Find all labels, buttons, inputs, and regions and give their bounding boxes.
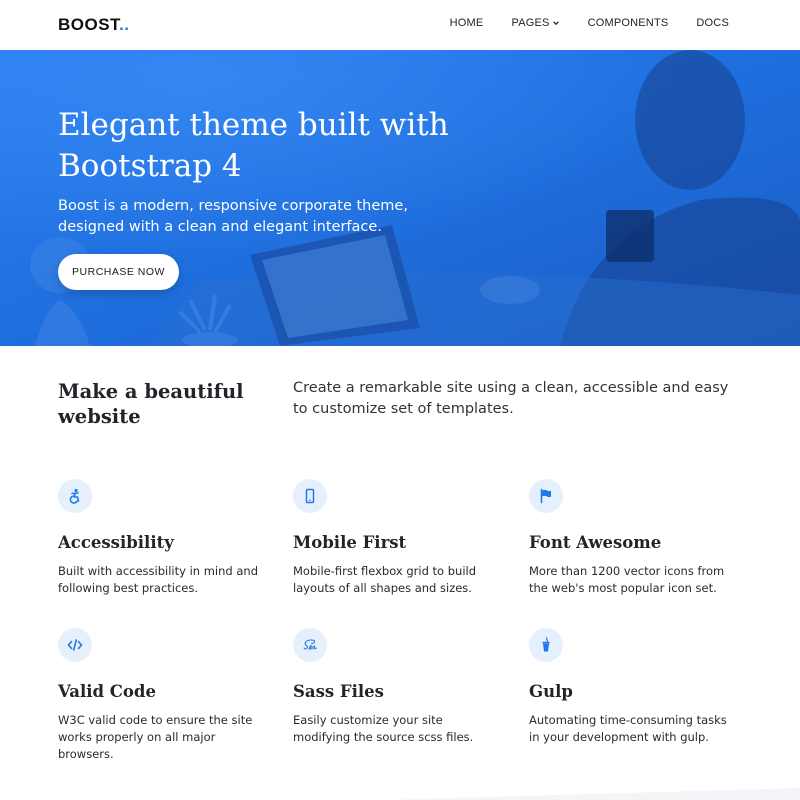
hero-section: Elegant theme built with Bootstrap 4 Boo… [0,50,800,346]
feature-desc: More than 1200 vector icons from the web… [529,564,725,595]
feature-sass-files: Sass Files Easily customize your site mo… [293,628,493,746]
nav-item-docs[interactable]: DOCS [696,17,729,29]
nav-item-label: HOME [449,17,484,29]
nav-item-label: DOCS [696,17,729,29]
navbar: BOOST.. HOME PAGES COMPONENTS DOCS [0,0,800,50]
feature-accessibility: Accessibility Built with accessibility i… [58,479,258,597]
gulp-icon [529,628,563,662]
intro-title: Make a beautiful website [58,380,244,428]
feature-desc: Mobile-first flexbox grid to build layou… [293,564,477,595]
brand-dots: .. [119,15,130,34]
main-nav: HOME PAGES COMPONENTS DOCS [422,17,729,29]
feature-desc: Automating time-consuming tasks in your … [529,713,727,744]
intro-text: Create a remarkable site using a clean, … [293,380,729,417]
mobile-icon [293,479,327,513]
nav-item-label: PAGES [511,17,550,29]
section-divider [380,788,800,800]
nav-item-home[interactable]: HOME [450,17,484,29]
feature-valid-code: Valid Code W3C valid code to ensure the … [58,628,258,763]
code-icon [58,628,92,662]
hero-subtitle: Boost is a modern, responsive corporate … [58,198,408,235]
flag-icon [529,479,563,513]
purchase-now-button[interactable]: PURCHASE NOW [58,254,179,290]
brand-name: BOOST [58,15,120,34]
feature-title: Valid Code [58,682,156,701]
nav-item-label: COMPONENTS [587,17,669,29]
feature-title: Font Awesome [529,533,662,552]
sass-icon [293,628,327,662]
feature-title: Gulp [529,682,573,701]
brand-logo[interactable]: BOOST.. [58,15,130,35]
feature-desc: Built with accessibility in mind and fol… [58,564,259,595]
feature-title: Mobile First [293,533,407,552]
hero-title: Elegant theme built with Bootstrap 4 [58,107,449,184]
feature-desc: W3C valid code to ensure the site works … [58,713,253,761]
nav-item-pages[interactable]: PAGES [511,17,559,29]
accessibility-icon [58,479,92,513]
chevron-down-icon [552,21,559,26]
feature-gulp: Gulp Automating time-consuming tasks in … [529,628,729,746]
feature-title: Sass Files [293,682,384,701]
feature-desc: Easily customize your site modifying the… [293,713,474,744]
feature-title: Accessibility [58,533,174,552]
nav-item-components[interactable]: COMPONENTS [588,17,669,29]
feature-mobile-first: Mobile First Mobile-first flexbox grid t… [293,479,493,597]
feature-font-awesome: Font Awesome More than 1200 vector icons… [529,479,729,597]
